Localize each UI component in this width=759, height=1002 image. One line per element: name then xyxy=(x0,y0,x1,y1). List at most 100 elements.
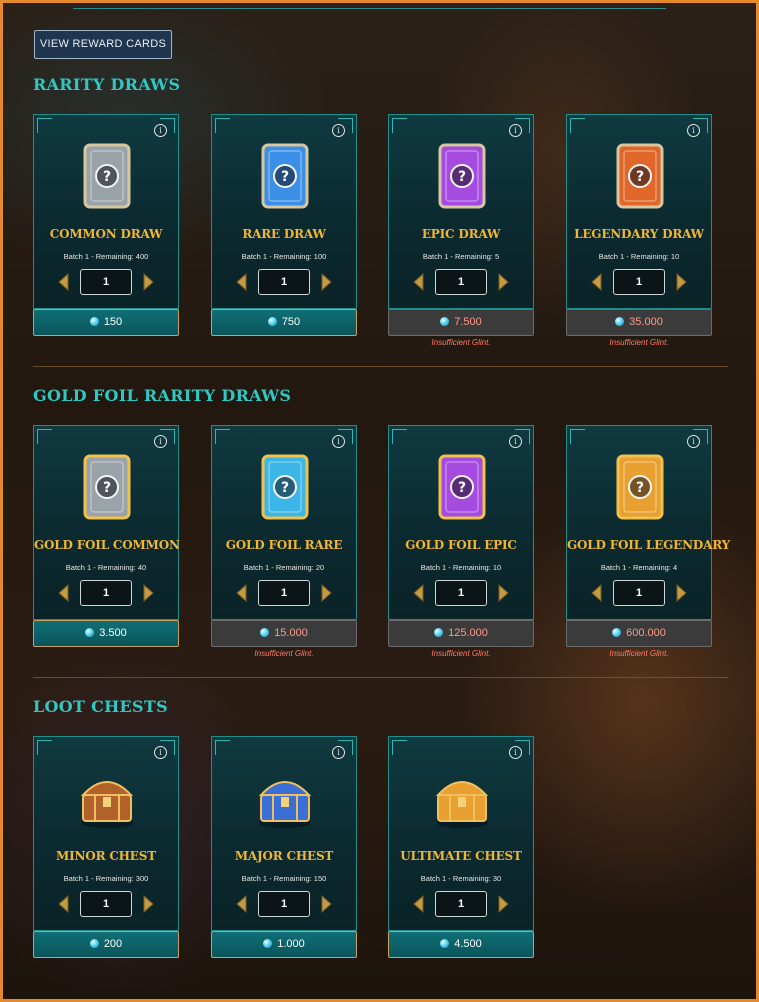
price-label: 150 xyxy=(103,316,123,328)
increase-quantity-icon[interactable] xyxy=(140,894,156,914)
quantity-input[interactable] xyxy=(435,891,487,917)
glint-icon xyxy=(440,317,450,326)
glint-icon xyxy=(440,939,450,948)
increase-quantity-icon[interactable] xyxy=(318,583,334,603)
info-icon[interactable]: i xyxy=(154,746,167,759)
quantity-input[interactable] xyxy=(258,269,310,295)
view-reward-cards-button[interactable]: VIEW REWARD CARDS xyxy=(34,30,172,59)
glint-icon xyxy=(615,317,625,326)
price-label: 1.000 xyxy=(277,938,305,950)
pack-card: i? RARE DRAW Batch 1 - Remaining: 100 xyxy=(211,114,357,309)
card-pack-image: ? xyxy=(77,139,137,215)
pack-card: i? GOLD FOIL EPIC Batch 1 - Remaining: 10 xyxy=(388,425,534,620)
batch-remaining: Batch 1 - Remaining: 4 xyxy=(600,563,678,572)
decrease-quantity-icon[interactable] xyxy=(56,583,72,603)
buy-button[interactable]: 4.500 xyxy=(388,931,534,958)
price-label: 600.000 xyxy=(626,627,666,639)
chest-image xyxy=(255,761,315,837)
info-icon[interactable]: i xyxy=(509,435,522,448)
price-label: 3.500 xyxy=(99,627,127,639)
pack-name: GOLD FOIL EPIC xyxy=(405,538,517,552)
pack-name: GOLD FOIL RARE xyxy=(225,538,343,552)
quantity-input[interactable] xyxy=(80,891,132,917)
pack-card: i? GOLD FOIL LEGENDARY Batch 1 - Remaining… xyxy=(566,425,730,620)
buy-button[interactable]: 7.500 xyxy=(388,309,534,336)
chest-image xyxy=(432,761,492,837)
increase-quantity-icon[interactable] xyxy=(673,272,689,292)
chest-image xyxy=(77,761,137,837)
info-icon[interactable]: i xyxy=(154,124,167,137)
price-label: 4.500 xyxy=(454,938,482,950)
info-icon[interactable]: i xyxy=(332,124,345,137)
glint-icon xyxy=(267,317,277,326)
decrease-quantity-icon[interactable] xyxy=(411,583,427,603)
increase-quantity-icon[interactable] xyxy=(318,894,334,914)
card-pack-image: ? xyxy=(77,450,137,526)
buy-button[interactable]: 125.000 xyxy=(388,620,534,647)
decrease-quantity-icon[interactable] xyxy=(411,894,427,914)
pack-name: MAJOR CHEST xyxy=(234,849,334,863)
buy-button[interactable]: 3.500 xyxy=(33,620,179,647)
buy-button[interactable]: 200 xyxy=(33,931,179,958)
info-icon[interactable]: i xyxy=(687,124,700,137)
batch-remaining: Batch 1 - Remaining: 30 xyxy=(420,874,502,883)
batch-remaining: Batch 1 - Remaining: 100 xyxy=(241,252,327,261)
increase-quantity-icon[interactable] xyxy=(673,583,689,603)
info-icon[interactable]: i xyxy=(509,746,522,759)
glint-icon xyxy=(260,628,270,637)
info-icon[interactable]: i xyxy=(332,435,345,448)
increase-quantity-icon[interactable] xyxy=(495,583,511,603)
pack-name: EPIC DRAW xyxy=(421,227,501,241)
quantity-input[interactable] xyxy=(258,891,310,917)
buy-button[interactable]: 35.000 xyxy=(566,309,712,336)
batch-remaining: Batch 1 - Remaining: 10 xyxy=(420,563,502,572)
info-icon[interactable]: i xyxy=(687,435,700,448)
pack-name: MINOR CHEST xyxy=(56,849,156,863)
increase-quantity-icon[interactable] xyxy=(495,272,511,292)
buy-button[interactable]: 1.000 xyxy=(211,931,357,958)
quantity-input[interactable] xyxy=(435,269,487,295)
section-divider xyxy=(33,677,728,678)
quantity-input[interactable] xyxy=(258,580,310,606)
increase-quantity-icon[interactable] xyxy=(495,894,511,914)
price-label: 35.000 xyxy=(629,316,663,328)
batch-remaining: Batch 1 - Remaining: 40 xyxy=(65,563,147,572)
decrease-quantity-icon[interactable] xyxy=(234,272,250,292)
decrease-quantity-icon[interactable] xyxy=(234,583,250,603)
buy-button[interactable]: 600.000 xyxy=(566,620,712,647)
svg-text:?: ? xyxy=(281,480,289,496)
decrease-quantity-icon[interactable] xyxy=(589,583,605,603)
buy-button[interactable]: 750 xyxy=(211,309,357,336)
info-icon[interactable]: i xyxy=(154,435,167,448)
decrease-quantity-icon[interactable] xyxy=(411,272,427,292)
pack-name: GOLD FOIL COMMON xyxy=(34,538,180,552)
quantity-input[interactable] xyxy=(80,580,132,606)
card-pack-image: ? xyxy=(610,450,670,526)
glint-icon xyxy=(89,317,99,326)
quantity-input[interactable] xyxy=(80,269,132,295)
pack-card: i MINOR CHEST Batch 1 - Remaining: 300 xyxy=(33,736,179,931)
insufficient-glint-message: Insufficient Glint. xyxy=(254,649,314,658)
svg-text:?: ? xyxy=(458,169,466,185)
decrease-quantity-icon[interactable] xyxy=(56,894,72,914)
section-title: LOOT CHESTS xyxy=(33,697,168,716)
decrease-quantity-icon[interactable] xyxy=(56,272,72,292)
section-title: RARITY DRAWS xyxy=(33,75,181,94)
quantity-input[interactable] xyxy=(613,269,665,295)
glint-icon xyxy=(89,939,99,948)
info-icon[interactable]: i xyxy=(509,124,522,137)
increase-quantity-icon[interactable] xyxy=(318,272,334,292)
increase-quantity-icon[interactable] xyxy=(140,583,156,603)
increase-quantity-icon[interactable] xyxy=(140,272,156,292)
buy-button[interactable]: 15.000 xyxy=(211,620,357,647)
glint-icon xyxy=(434,628,444,637)
batch-remaining: Batch 1 - Remaining: 150 xyxy=(241,874,327,883)
info-icon[interactable]: i xyxy=(332,746,345,759)
decrease-quantity-icon[interactable] xyxy=(234,894,250,914)
buy-button[interactable]: 150 xyxy=(33,309,179,336)
quantity-input[interactable] xyxy=(613,580,665,606)
insufficient-glint-message: Insufficient Glint. xyxy=(609,338,669,347)
quantity-input[interactable] xyxy=(435,580,487,606)
decrease-quantity-icon[interactable] xyxy=(589,272,605,292)
glint-icon xyxy=(263,939,273,948)
